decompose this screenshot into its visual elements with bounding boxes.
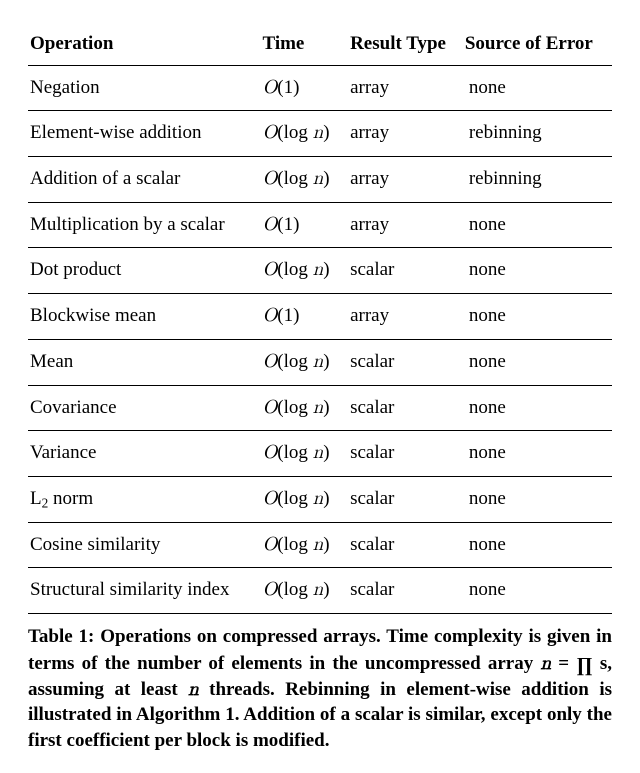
table-row: NegationO(1)arraynone [28, 65, 612, 111]
cell-source-error: none [463, 568, 612, 614]
cell-source-error: none [463, 294, 612, 340]
table-row: Multiplication by a scalarO(1)arraynone [28, 202, 612, 248]
cell-operation: Dot product [28, 248, 257, 294]
cell-time: O(log n) [257, 339, 345, 385]
cell-time: O(log n) [257, 248, 345, 294]
cell-operation: Cosine similarity [28, 522, 257, 568]
table-row: VarianceO(log n)scalarnone [28, 431, 612, 477]
cell-operation: Addition of a scalar [28, 157, 257, 203]
cell-result-type: scalar [344, 431, 463, 477]
cell-source-error: none [463, 522, 612, 568]
cell-source-error: none [463, 65, 612, 111]
cell-time: O(1) [257, 294, 345, 340]
cell-result-type: scalar [344, 385, 463, 431]
cell-source-error: none [463, 248, 612, 294]
caption-eq-prod: ∏ [576, 652, 592, 679]
cell-result-type: scalar [344, 476, 463, 522]
cell-time: O(log n) [257, 157, 345, 203]
table-caption: Table 1: Operations on compressed arrays… [28, 624, 612, 753]
page: Operation Time Result Type Source of Err… [0, 0, 640, 773]
cell-source-error: none [463, 339, 612, 385]
cell-operation: Mean [28, 339, 257, 385]
cell-time: O(log n) [257, 476, 345, 522]
caption-label: Table 1: [28, 626, 94, 647]
col-header-source-error: Source of Error [463, 26, 612, 65]
cell-source-error: rebinning [463, 111, 612, 157]
cell-result-type: scalar [344, 568, 463, 614]
cell-operation: Covariance [28, 385, 257, 431]
cell-source-error: none [463, 202, 612, 248]
cell-result-type: array [344, 294, 463, 340]
cell-time: O(log n) [257, 385, 345, 431]
cell-result-type: array [344, 111, 463, 157]
complexity-table: Operation Time Result Type Source of Err… [28, 26, 612, 614]
table-row: Dot productO(log n)scalarnone [28, 248, 612, 294]
col-header-operation: Operation [28, 26, 257, 65]
cell-operation: Blockwise mean [28, 294, 257, 340]
table-row: Structural similarity indexO(log n)scala… [28, 568, 612, 614]
cell-source-error: none [463, 385, 612, 431]
table-row: Cosine similarityO(log n)scalarnone [28, 522, 612, 568]
table-row: Blockwise meanO(1)arraynone [28, 294, 612, 340]
cell-time: O(log n) [257, 522, 345, 568]
cell-result-type: scalar [344, 339, 463, 385]
cell-operation: Element-wise addition [28, 111, 257, 157]
table-row: CovarianceO(log n)scalarnone [28, 385, 612, 431]
cell-source-error: none [463, 476, 612, 522]
cell-source-error: rebinning [463, 157, 612, 203]
col-header-time: Time [257, 26, 345, 65]
cell-result-type: scalar [344, 522, 463, 568]
caption-text-1: Operations on compressed arrays. Time co… [28, 626, 612, 674]
caption-eq-after: s [593, 653, 608, 674]
cell-result-type: scalar [344, 248, 463, 294]
cell-time: O(1) [257, 202, 345, 248]
cell-result-type: array [344, 202, 463, 248]
caption-eq-mid: = [551, 653, 576, 674]
table-header-row: Operation Time Result Type Source of Err… [28, 26, 612, 65]
cell-time: O(1) [257, 65, 345, 111]
table-row: MeanO(log n)scalarnone [28, 339, 612, 385]
table-body: NegationO(1)arraynoneElement-wise additi… [28, 65, 612, 613]
cell-operation: Variance [28, 431, 257, 477]
cell-time: O(log n) [257, 111, 345, 157]
table-row: Element-wise additionO(log n)arrayrebinn… [28, 111, 612, 157]
cell-operation: Structural similarity index [28, 568, 257, 614]
cell-operation: Multiplication by a scalar [28, 202, 257, 248]
cell-time: O(log n) [257, 431, 345, 477]
table-row: Addition of a scalarO(log n)arrayrebinni… [28, 157, 612, 203]
cell-result-type: array [344, 65, 463, 111]
cell-result-type: array [344, 157, 463, 203]
cell-operation: L2 norm [28, 476, 257, 522]
caption-n2: n [188, 680, 199, 699]
col-header-result-type: Result Type [344, 26, 463, 65]
cell-operation: Negation [28, 65, 257, 111]
cell-time: O(log n) [257, 568, 345, 614]
cell-source-error: none [463, 431, 612, 477]
table-row: L2 normO(log n)scalarnone [28, 476, 612, 522]
